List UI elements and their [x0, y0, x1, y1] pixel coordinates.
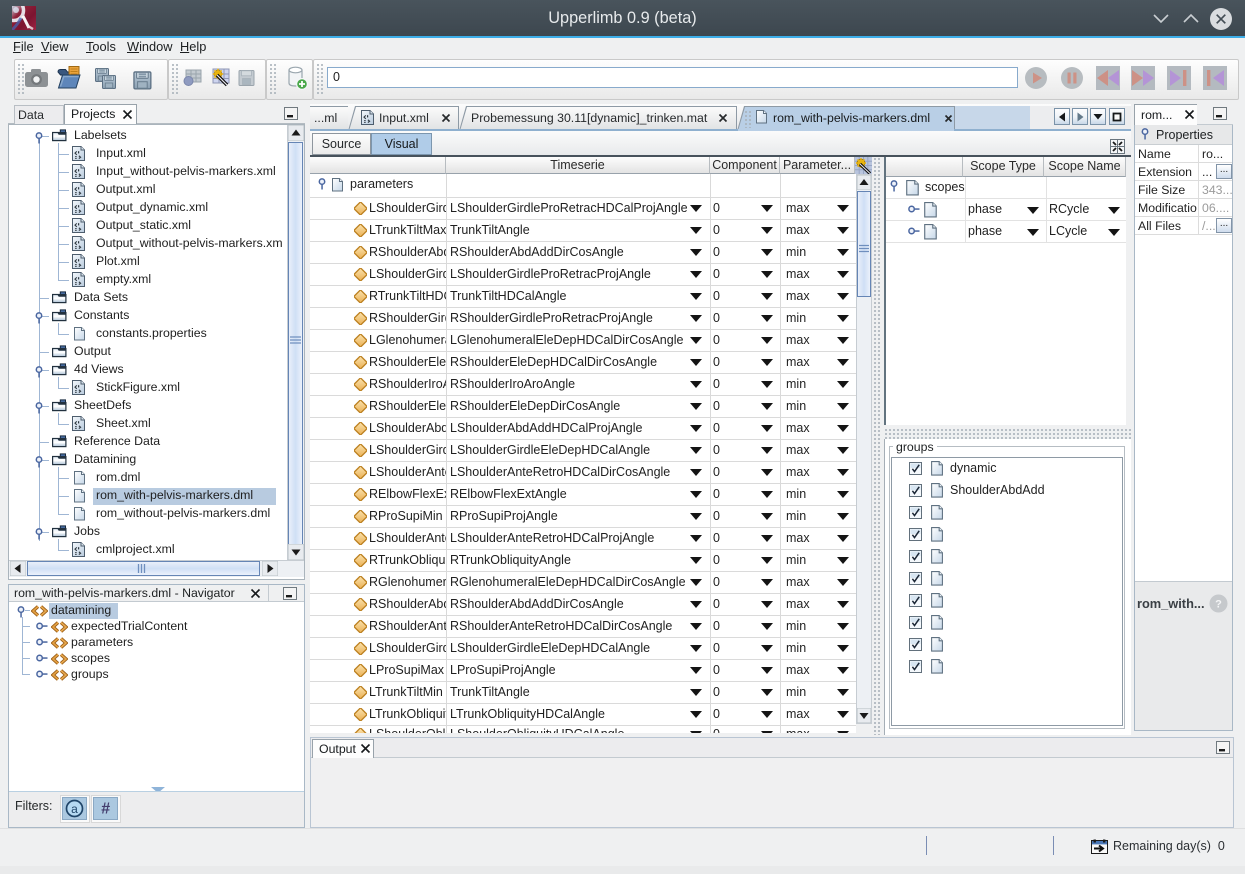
svg-text:a: a — [71, 802, 78, 816]
svg-text:?: ? — [1215, 599, 1222, 611]
svg-text:#: # — [101, 801, 110, 818]
